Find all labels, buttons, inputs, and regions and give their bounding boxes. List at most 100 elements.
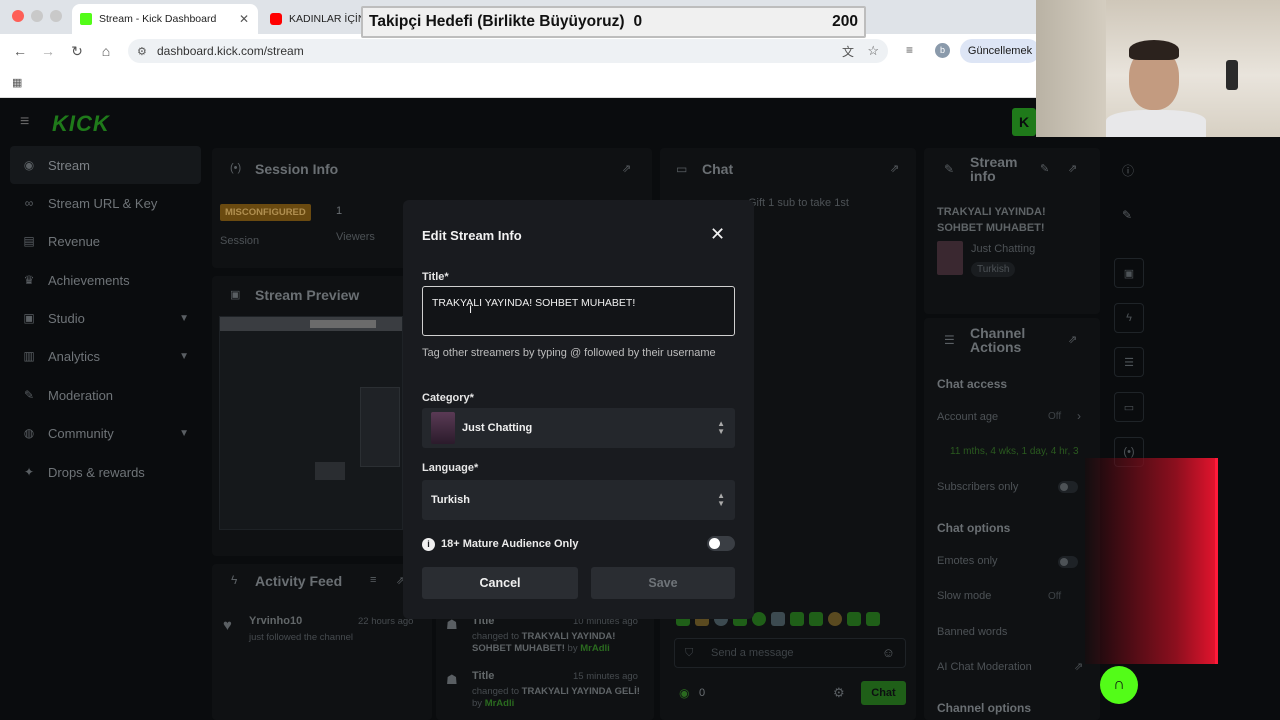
chat-title: Chat <box>702 161 734 177</box>
emote-icon[interactable] <box>752 612 766 626</box>
chevron-down-icon: ▼ <box>179 312 189 324</box>
kick-badge-icon[interactable]: K <box>1012 108 1036 136</box>
emoji-icon[interactable]: ☺ <box>882 645 895 660</box>
emote-icon[interactable] <box>790 612 804 626</box>
update-button[interactable]: Güncellemek <box>960 39 1040 63</box>
minimize-window-button[interactable] <box>31 10 43 22</box>
tab-kadinlar[interactable]: KADINLAR İÇİN <box>262 4 362 34</box>
translate-icon[interactable]: 文 <box>842 43 854 60</box>
subscribers-only-label: Subscribers only <box>937 481 1019 493</box>
subscribers-only-toggle[interactable] <box>1058 481 1078 493</box>
filter-icon[interactable]: ≡ <box>370 574 376 586</box>
money-icon: ▤ <box>23 234 35 248</box>
edit-pencil-icon[interactable]: ✎ <box>1040 162 1049 175</box>
apps-grid-icon[interactable]: ▦ <box>12 76 22 89</box>
emote-icon[interactable] <box>809 612 823 626</box>
profile-avatar[interactable]: b <box>935 43 950 58</box>
sidebar-item-stream-url-key[interactable]: ∞ Stream URL & Key <box>10 184 201 222</box>
popout-icon[interactable]: ⇗ <box>1068 333 1077 346</box>
cancel-button[interactable]: Cancel <box>422 567 578 599</box>
external-link-icon[interactable]: ⇗ <box>1074 660 1083 673</box>
mature-audience-label: 18+ Mature Audience Only <box>441 538 579 550</box>
home-icon[interactable]: ⌂ <box>97 43 115 59</box>
popout-icon[interactable]: ⇗ <box>890 162 899 175</box>
sidebar-item-revenue[interactable]: ▤ Revenue <box>10 222 201 260</box>
chat-input[interactable]: ⛉ Send a message ☺ <box>674 638 906 668</box>
activity-user[interactable]: Yrvinho10 <box>249 615 302 627</box>
chat-bubble-icon: ▭ <box>676 162 688 176</box>
stream-preview-title: Stream Preview <box>255 287 360 303</box>
gift-banner[interactable]: Gift 1 sub to take 1st <box>748 197 849 209</box>
title-change-text: changed to TRAKYALI YAYINDA GELİ! by MrA… <box>472 686 640 709</box>
rail-chat-button[interactable]: ▭ <box>1114 392 1144 422</box>
lightning-icon: ϟ <box>1126 312 1132 324</box>
category-label: Category* <box>422 392 474 404</box>
sidebar-item-label: Moderation <box>48 387 114 403</box>
close-tab-icon[interactable]: ✕ <box>239 12 249 26</box>
kick-logo[interactable]: KICK <box>52 111 110 137</box>
site-settings-icon[interactable]: ⚙ <box>137 45 147 58</box>
chat-settings-gear-icon[interactable]: ⚙ <box>833 685 845 701</box>
stream-info-stream-title: TRAKYALI YAYINDA! SOHBET MUHABET! <box>937 206 1046 234</box>
emote-icon[interactable] <box>828 612 842 626</box>
emotes-only-toggle[interactable] <box>1058 556 1078 568</box>
reload-icon[interactable]: ↻ <box>68 43 86 59</box>
headset-icon: ∩ <box>1113 676 1125 693</box>
sidebar-item-label: Studio <box>48 310 85 326</box>
popout-icon[interactable]: ⇗ <box>622 162 631 175</box>
activity-feed-title: Activity Feed <box>255 573 343 589</box>
category-select[interactable]: Just Chatting ▲ ▼ <box>422 408 735 448</box>
sidebar-item-studio[interactable]: ▣ Studio ▼ <box>10 299 201 337</box>
session-label: Session <box>220 235 260 247</box>
close-window-button[interactable] <box>12 10 24 22</box>
rail-media-button[interactable]: ▣ <box>1114 258 1144 288</box>
rail-lightning-button[interactable]: ϟ <box>1114 303 1144 333</box>
close-icon[interactable]: ✕ <box>710 224 725 244</box>
sidebar-item-analytics[interactable]: ▥ Analytics ▼ <box>10 337 201 375</box>
chevron-right-icon[interactable]: › <box>1077 409 1081 423</box>
broadcast-icon: ◉ <box>23 158 35 172</box>
maximize-window-button[interactable] <box>50 10 62 22</box>
sidebar-item-moderation[interactable]: ✎ Moderation <box>10 376 201 414</box>
banned-words-label[interactable]: Banned words <box>937 626 1007 638</box>
chat-viewer-count: 0 <box>699 687 706 699</box>
session-icon: (•) <box>230 162 242 174</box>
tab-kick-dashboard[interactable]: Stream - Kick Dashboard ✕ <box>72 4 258 34</box>
rail-list-button[interactable]: ☰ <box>1114 347 1144 377</box>
save-button[interactable]: Save <box>591 567 735 599</box>
emote-icon[interactable] <box>847 612 861 626</box>
sidebar-item-drops-rewards[interactable]: ✦ Drops & rewards <box>10 453 201 491</box>
viewers-label: Viewers <box>336 231 375 243</box>
edit-icon[interactable]: ✎ <box>1122 208 1132 222</box>
edit-stream-info-modal: Edit Stream Info ✕ Title* TRAKYALI YAYIN… <box>403 200 754 619</box>
chat-send-button[interactable]: Chat <box>861 681 906 705</box>
ai-chat-moderation-label[interactable]: AI Chat Moderation <box>937 661 1032 673</box>
account-age-state: Off <box>1048 411 1062 422</box>
shield-icon: ⛉ <box>685 647 694 659</box>
forward-arrow-icon[interactable]: → <box>39 43 57 59</box>
reading-list-icon[interactable]: ≡ <box>906 43 913 57</box>
trophy-icon: ♛ <box>23 273 35 287</box>
sidebar-item-achievements[interactable]: ♛ Achievements <box>10 261 201 299</box>
bookmark-star-icon[interactable]: ☆ <box>867 43 879 59</box>
list-icon: ☰ <box>1124 356 1134 369</box>
title-change-time: 15 minutes ago <box>573 671 638 682</box>
info-icon: i <box>422 538 435 551</box>
sidebar-item-stream[interactable]: ◉ Stream <box>10 146 201 184</box>
support-headset-button[interactable]: ∩ <box>1100 666 1138 704</box>
mature-audience-toggle[interactable] <box>707 536 735 551</box>
back-arrow-icon[interactable]: ← <box>11 43 29 59</box>
users-icon: ☗ <box>446 672 458 687</box>
language-select[interactable]: Turkish ▲ ▼ <box>422 480 735 520</box>
sidebar-item-community[interactable]: ◍ Community ▼ <box>10 414 201 452</box>
gift-icon: ✦ <box>23 465 35 479</box>
sidebar-item-label: Revenue <box>48 233 101 249</box>
emote-icon[interactable] <box>771 612 785 626</box>
info-icon[interactable]: ⓘ <box>1122 162 1134 179</box>
chat-placeholder: Send a message <box>711 647 794 659</box>
account-age-label: Account age <box>937 411 999 423</box>
hamburger-menu-icon[interactable]: ≡ <box>20 113 29 131</box>
emote-icon[interactable] <box>866 612 880 626</box>
url-bar[interactable]: ⚙ dashboard.kick.com/stream 文 ☆ <box>128 39 888 63</box>
popout-icon[interactable]: ⇗ <box>1068 162 1077 175</box>
